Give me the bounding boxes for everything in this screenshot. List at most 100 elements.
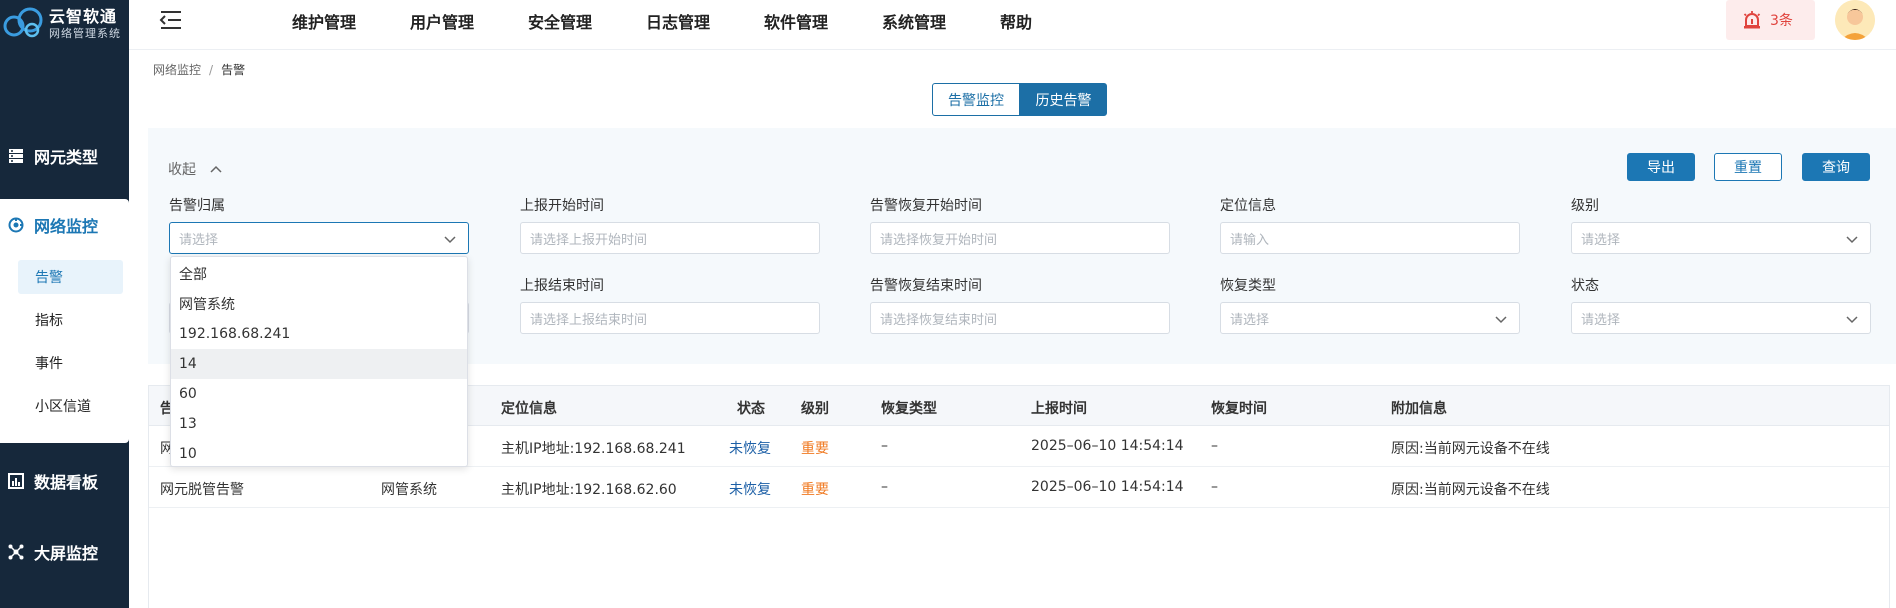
report-end-placeholder: 请选择上报结束时间 (530, 312, 648, 328)
brand-subtitle: 网络管理系统 (49, 27, 121, 40)
top-bar: 维护管理 用户管理 安全管理 日志管理 软件管理 系统管理 帮助 (129, 0, 1896, 50)
network-monitor-icon (8, 217, 24, 233)
reset-button[interactable]: 重置 (1714, 153, 1782, 181)
dropdown-option-hovered[interactable]: 14 (171, 349, 467, 379)
status-select[interactable]: 请选择 (1571, 302, 1871, 334)
cell-recover-type: – (881, 438, 888, 454)
cell-owner: 网管系统 (381, 482, 437, 498)
breadcrumb-parent[interactable]: 网络监控 (153, 63, 201, 77)
cell-extra-info: 原因:当前网元设备不在线 (1391, 441, 1550, 457)
brand-logo: 云智软通 网络管理系统 (0, 0, 129, 44)
topnav-security[interactable]: 安全管理 (528, 9, 592, 33)
cell-level: 重要 (801, 441, 829, 457)
dropdown-option-all[interactable]: 全部 (171, 259, 467, 289)
query-button[interactable]: 查询 (1802, 153, 1870, 181)
dropdown-option[interactable]: 10 (171, 439, 467, 466)
sidebar-item-label: 网元类型 (34, 148, 99, 167)
cell-report-time: 2025–06–10 14:54:14 (1031, 438, 1184, 454)
col-extra-info: 附加信息 (1391, 401, 1447, 417)
cell-location: 主机IP地址:192.168.68.241 (501, 441, 686, 457)
recover-end-label: 告警恢复结束时间 (870, 278, 982, 294)
screen-monitor-icon (8, 544, 24, 560)
collapse-toggle[interactable]: 收起 (168, 159, 222, 179)
recover-end-input[interactable]: 请选择恢复结束时间 (870, 302, 1170, 334)
avatar[interactable] (1835, 0, 1875, 40)
col-report-time: 上报时间 (1031, 401, 1087, 417)
sidebar-group-network-monitor: 网络监控 告警 指标 事件 小区信道 (0, 199, 129, 443)
sidebar-item-label: 网络监控 (34, 217, 99, 236)
menu-fold-icon[interactable] (159, 10, 183, 30)
recover-start-label: 告警恢复开始时间 (870, 198, 982, 214)
tab-alarm-monitor[interactable]: 告警监控 (932, 83, 1020, 116)
cell-recover-time: – (1211, 438, 1218, 454)
recover-start-placeholder: 请选择恢复开始时间 (880, 232, 998, 248)
col-location: 定位信息 (501, 401, 557, 417)
chevron-down-icon (1495, 313, 1507, 328)
sidebar-subitem-events[interactable]: 事件 (18, 346, 123, 380)
col-recover-time: 恢复时间 (1211, 401, 1267, 417)
location-label: 定位信息 (1220, 198, 1276, 214)
user-avatar-icon (1835, 0, 1875, 40)
breadcrumb: 网络监控 / 告警 (153, 61, 245, 78)
status-placeholder: 请选择 (1581, 312, 1621, 328)
alarm-badge[interactable]: 3条 (1726, 0, 1815, 40)
cell-status: 未恢复 (729, 441, 771, 457)
chevron-up-icon (210, 161, 222, 177)
recover-type-placeholder: 请选择 (1230, 312, 1270, 328)
sidebar-item-label: 数据看板 (34, 473, 99, 492)
dropdown-option[interactable]: 60 (171, 379, 467, 409)
cloud-logo-icon (3, 7, 43, 38)
recover-end-placeholder: 请选择恢复结束时间 (880, 312, 998, 328)
location-input[interactable]: 请输入 (1220, 222, 1520, 254)
dropdown-option[interactable]: 13 (171, 409, 467, 439)
sidebar-subitem-cell-channel[interactable]: 小区信道 (18, 389, 123, 423)
chevron-down-icon (1846, 233, 1858, 248)
sidebar-item-data-board[interactable]: 数据看板 (0, 461, 129, 501)
topnav-software[interactable]: 软件管理 (764, 9, 828, 33)
cell-location: 主机IP地址:192.168.62.60 (501, 482, 677, 498)
sidebar-item-label: 大屏监控 (34, 544, 99, 563)
breadcrumb-current: 告警 (221, 63, 246, 77)
alarm-owner-placeholder: 请选择 (179, 232, 219, 248)
cell-level: 重要 (801, 482, 829, 498)
col-recover-type: 恢复类型 (881, 401, 937, 417)
alarm-owner-select[interactable]: 请选择 (169, 222, 469, 254)
chart-icon (8, 473, 24, 489)
col-status: 状态 (737, 401, 765, 417)
recover-type-select[interactable]: 请选择 (1220, 302, 1520, 334)
level-select[interactable]: 请选择 (1571, 222, 1871, 254)
topnav-system[interactable]: 系统管理 (882, 9, 946, 33)
level-label: 级别 (1571, 198, 1599, 214)
status-label: 状态 (1571, 278, 1599, 294)
collapse-label: 收起 (168, 162, 196, 178)
sidebar-item-big-screen[interactable]: 大屏监控 (0, 532, 129, 572)
sidebar-subitem-metrics[interactable]: 指标 (18, 303, 123, 337)
cell-extra-info: 原因:当前网元设备不在线 (1391, 482, 1550, 498)
report-end-input[interactable]: 请选择上报结束时间 (520, 302, 820, 334)
breadcrumb-separator: / (209, 63, 214, 77)
recover-start-input[interactable]: 请选择恢复开始时间 (870, 222, 1170, 254)
topnav-logs[interactable]: 日志管理 (646, 9, 710, 33)
cell-recover-time: – (1211, 479, 1218, 495)
tab-alarm-history[interactable]: 历史告警 (1020, 83, 1107, 116)
topnav-maintenance[interactable]: 维护管理 (292, 9, 356, 33)
topnav-users[interactable]: 用户管理 (410, 9, 474, 33)
cell-status: 未恢复 (729, 482, 771, 498)
table-row[interactable]: 网元脱管告警 网管系统 主机IP地址:192.168.62.60 未恢复 重要 … (149, 467, 1889, 508)
dropdown-option[interactable]: 192.168.68.241 (171, 319, 467, 349)
dropdown-option[interactable]: 网管系统 (171, 289, 467, 319)
report-start-label: 上报开始时间 (520, 198, 604, 214)
sidebar-item-network-monitor[interactable]: 网络监控 (0, 205, 129, 245)
report-start-input[interactable]: 请选择上报开始时间 (520, 222, 820, 254)
export-button[interactable]: 导出 (1627, 153, 1695, 181)
sidebar-subitem-alarm[interactable]: 告警 (18, 260, 123, 294)
level-placeholder: 请选择 (1581, 232, 1621, 248)
siren-icon (1742, 10, 1762, 30)
sidebar-item-network-element-type[interactable]: 网元类型 (0, 136, 129, 176)
sidebar: 云智软通 网络管理系统 网元类型 网络监控 告警 指标 事件 小区信道 数据看板… (0, 0, 129, 608)
topnav-help[interactable]: 帮助 (1000, 9, 1032, 33)
col-level: 级别 (801, 401, 829, 417)
alarm-owner-label: 告警归属 (169, 198, 225, 214)
chevron-down-icon (444, 233, 456, 248)
brand-name: 云智软通 (49, 7, 118, 26)
